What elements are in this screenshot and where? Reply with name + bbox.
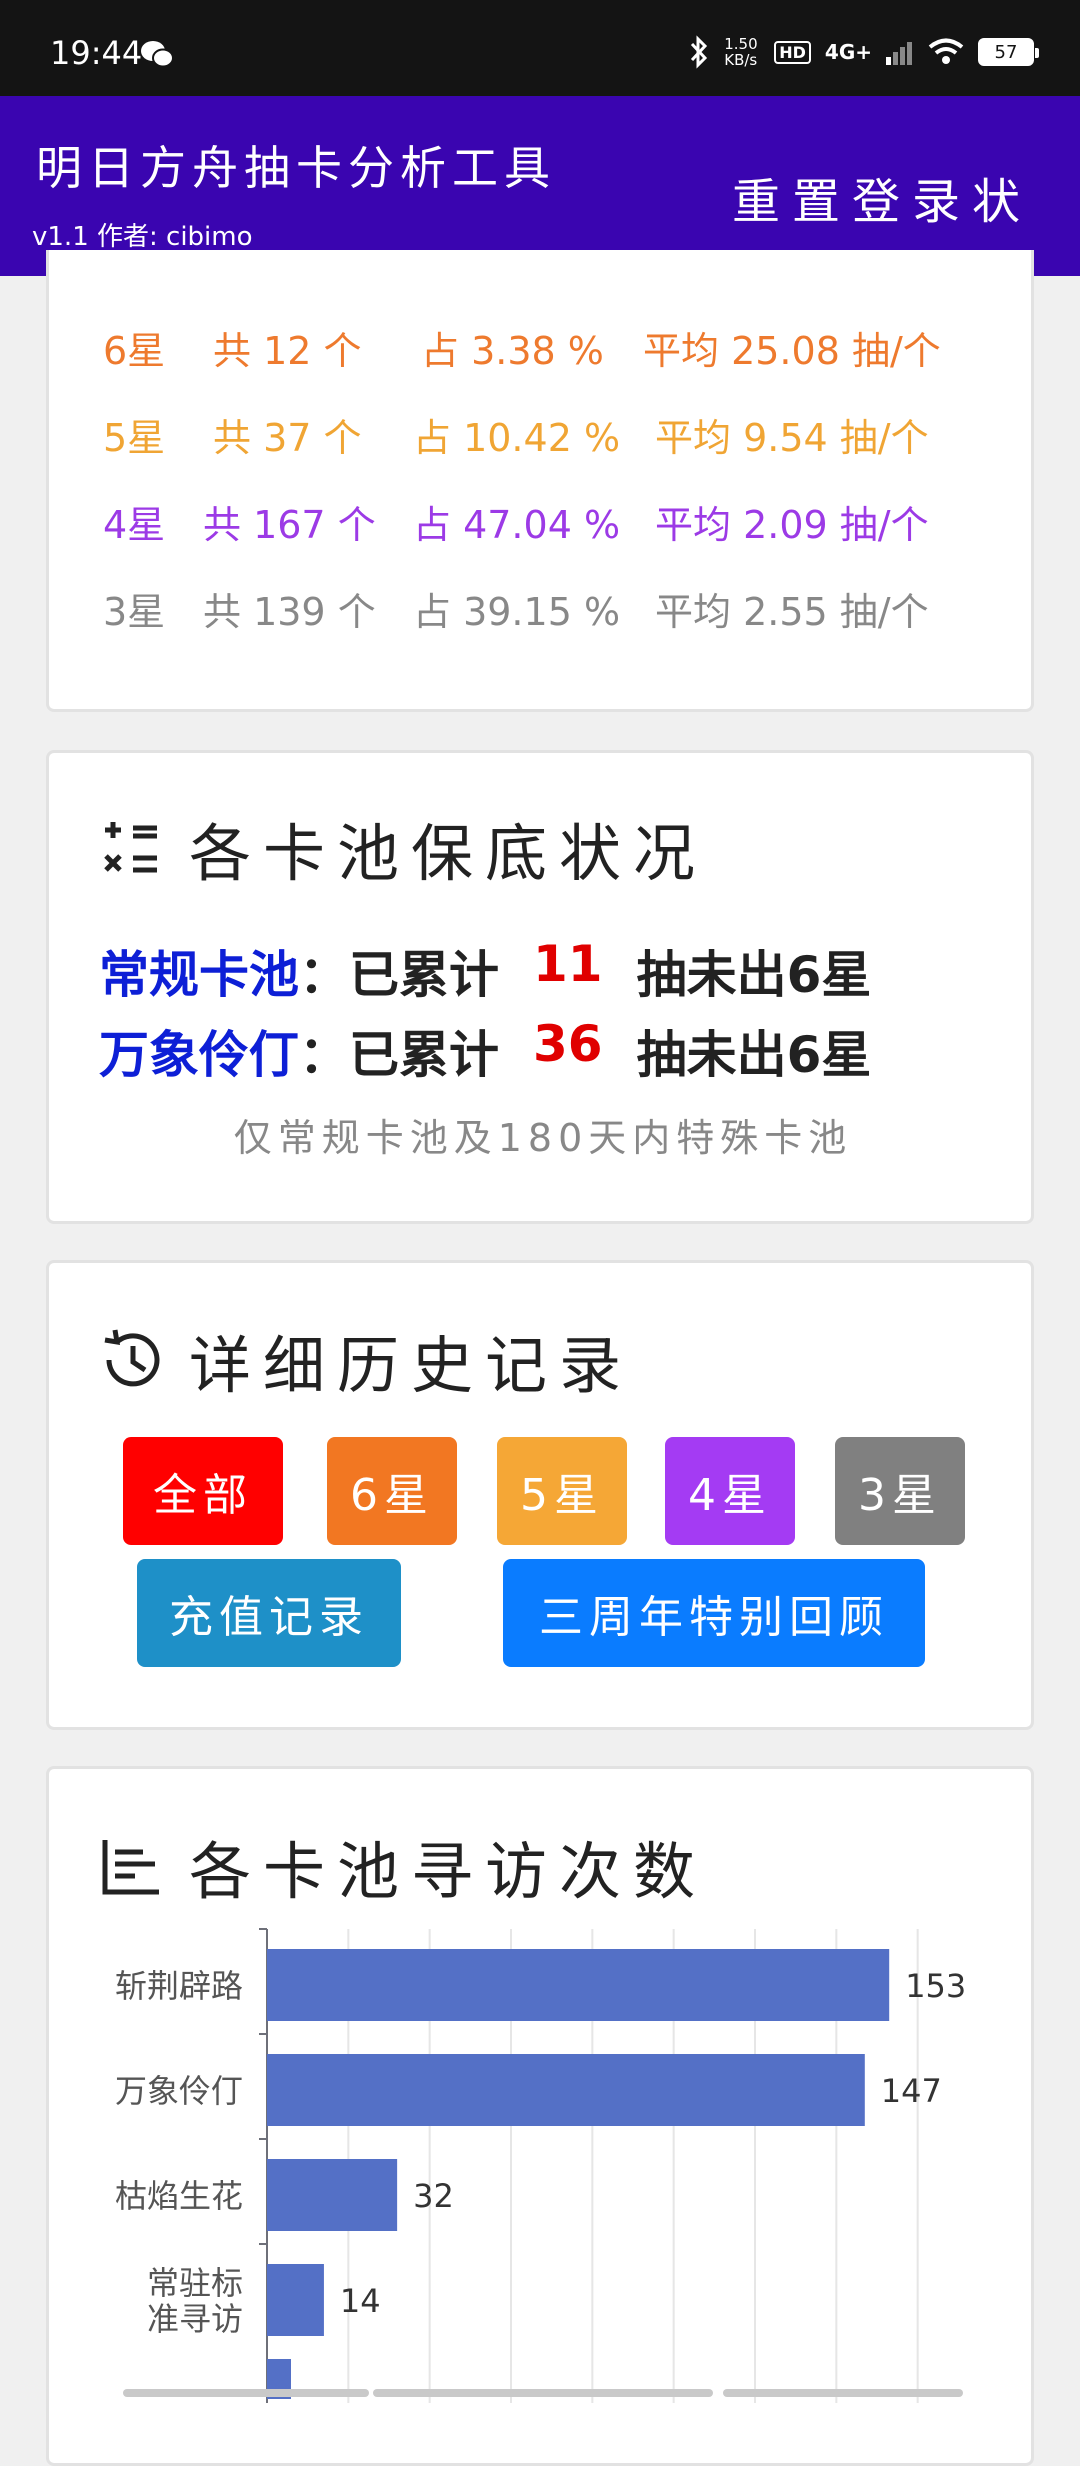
status-icons: 1.50 KB/s HD 4G+ 57	[688, 32, 1039, 72]
stat-pct: 占 10.42 %	[413, 416, 621, 460]
recharge-history-button[interactable]: 充值记录	[137, 1559, 401, 1667]
battery-icon: 57	[978, 38, 1039, 66]
stat-count: 共 12 个	[213, 329, 362, 373]
stat-star: 5星	[103, 416, 166, 460]
stat-star: 6星	[103, 329, 166, 373]
category-label: 枯焰生花	[115, 2177, 243, 2215]
category-label: 常驻标	[147, 2264, 243, 2302]
stat-count: 共 139 个	[203, 590, 376, 634]
bluetooth-icon	[691, 35, 708, 69]
horizontal-scrollbar-track-end	[723, 2389, 963, 2397]
reset-login-button[interactable]: 重置登录状	[732, 162, 1032, 232]
pity-prefix: ：已累计	[299, 1026, 499, 1084]
value-label: 32	[413, 2177, 454, 2215]
bar	[267, 2159, 398, 2231]
pool-name: 万象伶仃	[99, 1026, 299, 1084]
history-header: 详细历史记录	[99, 1315, 633, 1405]
pity-prefix: ：已累计	[299, 946, 499, 1004]
pity-title: 各卡池保底状况	[189, 817, 708, 890]
stat-row-3star: 3星 共 139 个 占 39.15 % 平均 2.55 抽/个	[103, 581, 929, 641]
filter-4star-button[interactable]: 4星	[665, 1437, 795, 1545]
stat-row-4star: 4星 共 167 个 占 47.04 % 平均 2.09 抽/个	[103, 494, 929, 554]
net-speed: 1.50 KB/s	[724, 35, 758, 69]
network-type: 4G+	[824, 40, 872, 64]
hd-badge: HD	[774, 40, 811, 64]
status-time: 19:44	[50, 34, 143, 72]
bar	[267, 2264, 324, 2336]
history-icon	[104, 1329, 160, 1387]
filter-3star-button[interactable]: 3星	[835, 1437, 965, 1545]
status-bar: 19:44 1.50 KB/s HD 4G+ 57	[0, 0, 1080, 96]
pity-count: 36	[533, 1015, 603, 1073]
stat-avg: 平均 2.09 抽/个	[655, 503, 929, 547]
value-label: 147	[881, 2072, 942, 2110]
pool-visits-chart: 斩荆辟路 153 万象伶仃 147 枯焰生花 32 常驻标准寻访 14	[115, 1928, 966, 2403]
stat-count: 共 37 个	[213, 416, 362, 460]
app-subtitle: v1.1 作者: cibimo	[32, 222, 253, 252]
pool-visits-card: 各卡池寻访次数 斩荆辟路 153 万象伶仃 147 枯焰生花 32 常驻标 准寻访 14	[46, 1766, 1034, 2466]
stat-pct: 占 3.38 %	[421, 329, 604, 373]
stat-avg: 平均 25.08 抽/个	[643, 329, 941, 373]
pity-line-special: 万象伶仃 ：已累计 36 抽未出6星	[99, 1015, 871, 1087]
value-label: 14	[340, 2282, 381, 2320]
stat-row-6star: 6星 共 12 个 占 3.38 % 平均 25.08 抽/个	[103, 320, 941, 380]
category-label: 斩荆辟路	[115, 1967, 243, 2005]
pity-status-card: 各卡池保底状况 常规卡池 ：已累计 11 抽未出6星 万象伶仃 ：已累计 36 …	[46, 750, 1034, 1224]
history-title: 详细历史记录	[189, 1329, 634, 1402]
stat-avg: 平均 2.55 抽/个	[655, 590, 929, 634]
bar	[267, 1949, 890, 2021]
horizontal-scrollbar-track	[373, 2389, 713, 2397]
pity-suffix: 抽未出6星	[636, 946, 872, 1004]
stat-star: 3星	[103, 590, 166, 634]
stat-pct: 占 39.15 %	[413, 590, 621, 634]
filter-6star-button[interactable]: 6星	[327, 1437, 457, 1545]
pity-line-standard: 常规卡池 ：已累计 11 抽未出6星	[99, 935, 871, 1007]
stat-count: 共 167 个	[203, 503, 376, 547]
wechat-icon	[141, 41, 174, 68]
pool-name: 常规卡池	[99, 946, 299, 1004]
value-label: 153	[905, 1967, 966, 2005]
horizontal-scrollbar[interactable]	[123, 2389, 369, 2397]
stat-pct: 占 47.04 %	[413, 503, 621, 547]
stat-avg: 平均 9.54 抽/个	[655, 416, 929, 460]
wifi-icon	[928, 38, 964, 64]
app-title: 明日方舟抽卡分析工具	[36, 141, 556, 195]
filter-all-button[interactable]: 全部	[123, 1437, 283, 1545]
history-card: 详细历史记录 全部 6星 5星 4星 3星 充值记录 三周年特别回顾	[46, 1260, 1034, 1730]
calculator-icon	[104, 822, 157, 873]
category-label: 万象伶仃	[115, 2072, 243, 2110]
bar	[267, 2054, 865, 2126]
stat-star: 4星	[103, 503, 166, 547]
pity-suffix: 抽未出6星	[636, 1026, 872, 1084]
anniversary-review-button[interactable]: 三周年特别回顾	[503, 1559, 925, 1667]
app-bar: 明日方舟抽卡分析工具 v1.1 作者: cibimo 重置登录状	[0, 96, 1080, 276]
star-stats-card: 6星 共 12 个 占 3.38 % 平均 25.08 抽/个 5星 共 37 …	[46, 250, 1034, 712]
category-label: 准寻访	[147, 2300, 243, 2338]
pity-count: 11	[533, 935, 603, 993]
stat-row-5star: 5星 共 37 个 占 10.42 % 平均 9.54 抽/个	[103, 407, 929, 467]
pity-header: 各卡池保底状况	[99, 803, 707, 893]
filter-5star-button[interactable]: 5星	[497, 1437, 627, 1545]
pity-note: 仅常规卡池及180天内特殊卡池	[233, 1116, 853, 1160]
signal-icon	[886, 42, 912, 65]
